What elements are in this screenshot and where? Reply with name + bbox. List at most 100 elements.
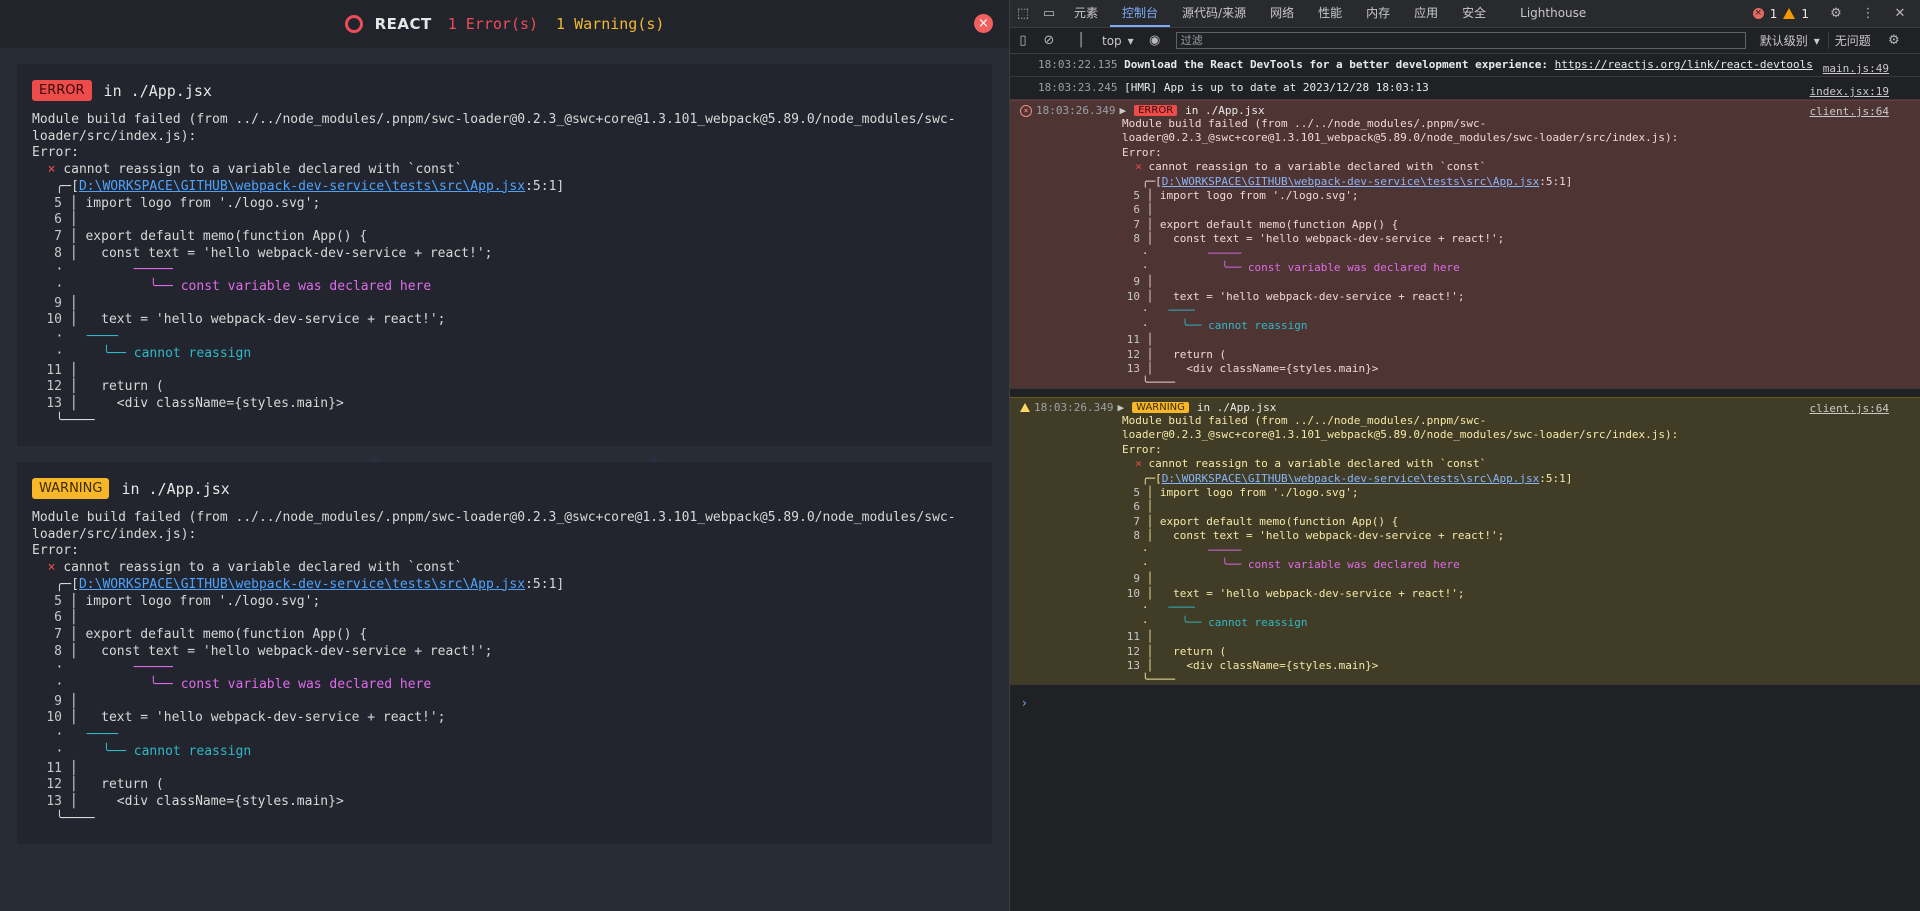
tab-lighthouse[interactable]: Lighthouse: [1498, 0, 1598, 27]
sidebar-toggle-icon[interactable]: ▯: [1016, 33, 1030, 48]
message-header[interactable]: 18:03:26.349 ▶ WARNING in ./App.jsx: [1020, 401, 1276, 414]
file-link[interactable]: D:\WORKSPACE\GITHUB\webpack-dev-service\…: [1162, 175, 1540, 188]
tab-console[interactable]: 控制台: [1110, 0, 1171, 27]
file-link[interactable]: D:\WORKSPACE\GITHUB\webpack-dev-service\…: [79, 179, 525, 194]
file-location: :5:1]: [1539, 471, 1573, 485]
devtools-panel: ⬚ ▭ 元素 控制台 源代码/来源 网络 性能 内存 应用 安全 Lightho…: [1009, 0, 1920, 911]
code-line-5: import logo from './logo.svg';: [85, 195, 321, 211]
code-line-5: import logo from './logo.svg';: [85, 593, 321, 609]
more-icon[interactable]: ⋮: [1861, 6, 1875, 21]
level-value: 默认级别: [1759, 34, 1808, 48]
note-reassign: cannot reassign: [133, 743, 252, 759]
inspect-icon[interactable]: ⬚: [1016, 6, 1030, 21]
code-line-10: text = 'hello webpack-dev-service + reac…: [101, 710, 446, 726]
tab-network[interactable]: 网络: [1258, 0, 1306, 27]
devtools-tabbar: ⬚ ▭ 元素 控制台 源代码/来源 网络 性能 内存 应用 安全 Lightho…: [1010, 0, 1920, 28]
chevron-down-icon: ▾: [1813, 33, 1820, 48]
issues-button[interactable]: 无问题: [1827, 32, 1877, 49]
error-badge: ERROR: [1134, 105, 1178, 116]
react-ring-icon: [344, 15, 363, 33]
eye-icon[interactable]: ◉: [1148, 33, 1162, 48]
expand-icon[interactable]: ▶: [1119, 104, 1126, 117]
note-reassign: cannot reassign: [1208, 318, 1308, 332]
tab-elements[interactable]: 元素: [1062, 0, 1110, 27]
warning-badge: WARNING: [32, 478, 110, 499]
overlay-header: REACT 1 Error(s) 1 Warning(s) ×: [0, 0, 1009, 48]
app-root: REACT 1 Error(s) 1 Warning(s) × ERROR in…: [0, 0, 1920, 911]
error-message: cannot reassign to a variable declared w…: [63, 162, 463, 178]
code-line-8: const text = 'hello webpack-dev-service …: [1173, 232, 1505, 246]
overlay-warning-count[interactable]: 1 Warning(s): [556, 15, 664, 33]
file-link[interactable]: D:\WORKSPACE\GITHUB\webpack-dev-service\…: [79, 577, 525, 592]
code-line-8: const text = 'hello webpack-dev-service …: [101, 245, 493, 261]
code-line-7: export default memo(function App() {: [85, 626, 368, 642]
error-icon: ×: [1752, 8, 1764, 19]
code-line-12: return (: [101, 777, 164, 793]
expand-icon[interactable]: ▶: [1117, 401, 1124, 414]
overlay-title: REACT: [374, 15, 432, 33]
code-line-12: return (: [101, 379, 164, 395]
context-select[interactable]: top ▾: [1094, 34, 1142, 48]
error-label: Error:: [32, 543, 79, 559]
chevron-down-icon: ▾: [1127, 33, 1134, 48]
build-failed-line-2: loader@0.2.3_@swc+core@1.3.101_webpack@5…: [1122, 428, 1679, 442]
code-line-10: text = 'hello webpack-dev-service + reac…: [101, 312, 446, 328]
context-value: top: [1102, 33, 1122, 48]
code-line-12: return (: [1173, 347, 1227, 361]
code-line-5: import logo from './logo.svg';: [1159, 486, 1359, 500]
warning-count: 1: [1801, 6, 1809, 21]
build-failed-line-2: loader/src/index.js):: [32, 526, 197, 542]
level-select[interactable]: 默认级别 ▾: [1752, 32, 1828, 49]
tab-performance[interactable]: 性能: [1306, 0, 1354, 27]
code-line-10: text = 'hello webpack-dev-service + reac…: [1173, 586, 1465, 600]
file-link[interactable]: D:\WORKSPACE\GITHUB\webpack-dev-service\…: [1162, 472, 1540, 485]
error-overlay: REACT 1 Error(s) 1 Warning(s) × ERROR in…: [0, 0, 1009, 911]
message-time: 18:03:26.349: [1036, 104, 1116, 117]
card-header: WARNING in ./App.jsx: [32, 478, 230, 499]
warning-icon: [1783, 8, 1796, 19]
file-location: :5:1]: [525, 576, 565, 592]
file-location: :5:1]: [525, 178, 565, 194]
gear-icon[interactable]: ⚙: [1829, 6, 1843, 21]
error-message: cannot reassign to a variable declared w…: [1148, 457, 1487, 471]
clear-console-icon[interactable]: ⊘: [1042, 33, 1056, 48]
tab-sources[interactable]: 源代码/来源: [1170, 0, 1258, 27]
filter-input[interactable]: 过滤: [1175, 32, 1746, 49]
tab-memory[interactable]: 内存: [1354, 0, 1402, 27]
issue-counters[interactable]: × 1 1 ⚙ ⋮ ✕: [1752, 6, 1920, 21]
close-icon[interactable]: ✕: [1893, 6, 1907, 21]
code-line-7: export default memo(function App() {: [1159, 217, 1399, 231]
console-warning-message: 18:03:26.349 ▶ WARNING in ./App.jsx clie…: [1010, 397, 1920, 686]
overlay-error-count[interactable]: 1 Error(s): [448, 15, 538, 33]
message-time: 18:03:22.135: [1038, 58, 1118, 71]
error-icon: ×: [1020, 104, 1032, 117]
gear-icon[interactable]: ⚙: [1887, 33, 1901, 48]
error-message: cannot reassign to a variable declared w…: [1148, 160, 1487, 174]
message-header[interactable]: × 18:03:26.349 ▶ ERROR in ./App.jsx: [1020, 104, 1265, 117]
warning-code-frame: Module build failed (from ../../node_mod…: [32, 510, 956, 826]
build-failed-line: Module build failed (from ../../node_mod…: [1122, 117, 1487, 130]
device-toggle-icon[interactable]: ▭: [1042, 6, 1056, 21]
message-text: [HMR] App is up to date at 2023/12/28 18…: [1124, 81, 1429, 94]
context-divider: │: [1077, 33, 1085, 48]
console-log: 18:03:22.135 Download the React DevTools…: [1010, 54, 1920, 686]
file-location: :5:1]: [1539, 174, 1573, 188]
overlay-warning-card: WARNING in ./App.jsx Module build failed…: [17, 462, 992, 844]
error-label: Error:: [1122, 442, 1162, 456]
source-link[interactable]: client.js:64: [1810, 105, 1889, 118]
tab-application[interactable]: 应用: [1402, 0, 1450, 27]
source-link[interactable]: client.js:64: [1810, 402, 1889, 415]
x-icon: ×: [47, 560, 56, 576]
message-time: 18:03:26.349: [1034, 401, 1114, 414]
devtools-link[interactable]: https://reactjs.org/link/react-devtools: [1555, 58, 1813, 71]
card-file: in ./App.jsx: [121, 479, 230, 498]
close-icon[interactable]: ×: [974, 14, 993, 33]
note-const: const variable was declared here: [1247, 558, 1460, 572]
console-prompt[interactable]: ›: [1022, 696, 1027, 710]
tab-security[interactable]: 安全: [1450, 0, 1498, 27]
build-failed-line-2: loader@0.2.3_@swc+core@1.3.101_webpack@5…: [1122, 131, 1679, 145]
card-header: ERROR in ./App.jsx: [32, 80, 212, 101]
x-icon: ×: [1135, 457, 1142, 471]
code-line-8: const text = 'hello webpack-dev-service …: [1173, 529, 1505, 543]
error-code-frame: Module build failed (from ../../node_mod…: [1122, 117, 1679, 390]
